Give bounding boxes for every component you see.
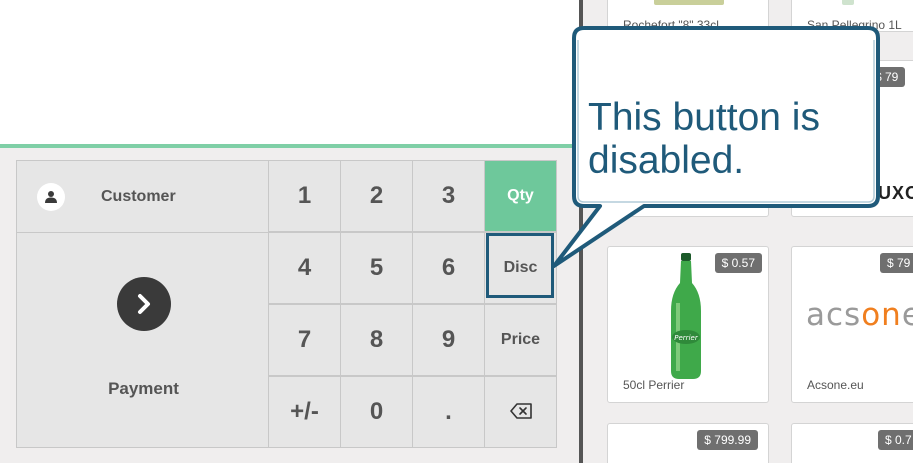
perrier-bottle-image: Perrier [668, 253, 704, 386]
numpad-key-9[interactable]: 9 [412, 304, 485, 376]
chevron-right-icon [117, 277, 171, 331]
tooltip-text: This button is disabled. [588, 96, 820, 182]
product-list: Rochefort "8" 33cl San Pellegrino 1L $ 7… [583, 0, 913, 463]
payment-button[interactable]: Payment [16, 232, 269, 448]
product-card[interactable]: $ 799.99 [607, 423, 769, 463]
product-name: Rochefort "8" 33cl [623, 18, 719, 32]
numpad-key-3[interactable]: 3 [412, 160, 485, 232]
numpad-key-0[interactable]: 0 [340, 376, 413, 448]
numpad-key-8[interactable]: 8 [340, 304, 413, 376]
order-lines-area [0, 0, 579, 144]
user-icon [37, 182, 65, 211]
qty-mode-button[interactable]: Qty [484, 160, 557, 232]
auxo-logo: AUXO [864, 183, 913, 203]
numpad-key-1[interactable]: 1 [268, 160, 341, 232]
order-panel: Customer Payment 1 2 3 Qty 4 5 6 Disc 7 … [0, 0, 579, 463]
customer-button[interactable]: Customer [16, 160, 269, 233]
product-card[interactable]: $ 0.7 [791, 423, 913, 463]
numpad-key-7[interactable]: 7 [268, 304, 341, 376]
payment-label: Payment [108, 379, 179, 398]
product-card-san-pellegrino[interactable]: San Pellegrino 1L [791, 0, 913, 32]
product-card-acsone[interactable]: $ 79 acsone Acsone.eu [791, 246, 913, 403]
tooltip-line-2: disabled. [588, 139, 745, 182]
numpad-key-4[interactable]: 4 [268, 232, 341, 304]
price-tag: $ 0.57 [714, 253, 762, 273]
numpad-key-plus-minus[interactable]: +/- [268, 376, 341, 448]
numpad-key-2[interactable]: 2 [340, 160, 413, 232]
product-name: Acsone.eu [807, 378, 864, 392]
price-tag: $ 0.7 [878, 430, 913, 450]
price-mode-button[interactable]: Price [484, 304, 557, 376]
price-tag: $ 79 [868, 67, 906, 87]
price-tag: $ 79 [724, 67, 762, 87]
product-card-perrier[interactable]: $ 0.57 Perrier 50cl Perrier [607, 246, 769, 403]
price-tag: $ 799.99 [697, 430, 758, 450]
product-image [842, 0, 854, 5]
tooltip-line-1: This button is [588, 96, 820, 139]
product-image [654, 0, 724, 5]
product-name: San Pellegrino 1L [807, 18, 902, 32]
price-tag: $ 79 [880, 253, 913, 273]
acsone-logo: acsone [806, 297, 913, 333]
backspace-button[interactable] [484, 376, 557, 448]
customer-label: Customer [101, 187, 176, 205]
svg-text:Perrier: Perrier [674, 334, 699, 342]
product-name: 50cl Perrier [623, 378, 685, 392]
numpad-key-dot[interactable]: . [412, 376, 485, 448]
disabled-button-highlight [486, 233, 554, 298]
backspace-icon [509, 398, 532, 426]
numpad-key-6[interactable]: 6 [412, 232, 485, 304]
numpad-key-5[interactable]: 5 [340, 232, 413, 304]
product-card-rochefort[interactable]: Rochefort "8" 33cl [607, 0, 769, 32]
